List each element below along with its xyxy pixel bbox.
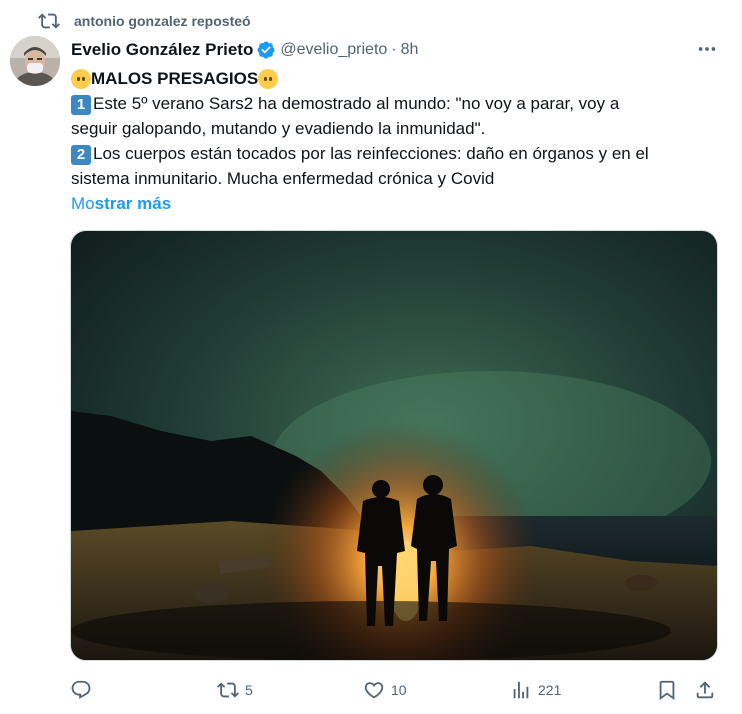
tweet-title: MALOS PRESAGIOS [91,69,259,88]
avatar-image [10,36,60,86]
bookmark-icon [659,680,675,701]
face-without-mouth-emoji-icon [258,68,279,89]
more-icon [698,47,716,51]
separator-dot: · [391,41,397,58]
bookmark-button[interactable] [656,676,678,704]
views-icon [513,681,529,699]
more-options-button[interactable] [694,38,720,60]
share-icon [696,681,714,699]
heart-icon [364,682,384,699]
timestamp[interactable]: 8h [401,41,419,59]
tweet-body: MALOS PRESAGIOS 1 Este 5º verano Sars2 ha… [71,66,721,216]
like-count: 10 [391,682,407,698]
avatar[interactable] [10,36,60,86]
views-count: 221 [538,682,562,698]
repost-count: 5 [245,682,253,698]
views-button[interactable]: 221 [510,676,561,704]
repost-label[interactable]: antonio gonzalez reposteó [74,13,251,29]
repost-icon [38,13,60,29]
repost-icon [217,682,239,698]
repost-indicator[interactable]: antonio gonzalez reposteó [38,10,251,32]
verified-badge-icon[interactable] [256,40,276,60]
tweet-header: Evelio González Prieto @evelio_prieto · … [71,38,418,62]
show-more-link[interactable]: Mostrar más [71,191,721,216]
reply-button[interactable] [70,676,92,704]
tweet-actions: 5 10 221 [70,676,722,704]
share-button[interactable] [694,676,716,704]
paragraph-1: 1 Este 5º verano Sars2 ha demostrado al m… [71,91,721,141]
paragraph-2-line-2: sistema inmunitario. Mucha enfermedad cr… [71,169,495,188]
face-without-mouth-emoji-icon [71,68,91,89]
keycap-2-emoji-icon: 2 [71,144,91,165]
paragraph-2-line-1: Los cuerpos están tocados por las reinfe… [93,144,649,163]
author-handle[interactable]: @evelio_prieto [280,41,387,59]
night-bonfire-photo [71,231,717,660]
like-button[interactable]: 10 [363,676,407,704]
tweet-title-line: MALOS PRESAGIOS [71,66,721,91]
repost-button[interactable]: 5 [217,676,253,704]
reply-icon [71,680,91,699]
keycap-1-emoji-icon: 1 [71,94,91,115]
paragraph-2: 2 Los cuerpos están tocados por las reinf… [71,141,721,191]
paragraph-1-line-2: seguir galopando, mutando y evadiendo la… [71,119,486,138]
tweet-photo[interactable] [70,230,718,661]
author-name[interactable]: Evelio González Prieto [71,40,253,60]
paragraph-1-line-1: Este 5º verano Sars2 ha demostrado al mu… [93,94,620,113]
